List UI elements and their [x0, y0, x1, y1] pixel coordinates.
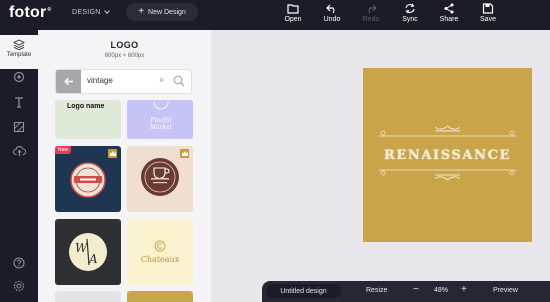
new-design-label: New Design — [148, 8, 186, 16]
undo-label: Undo — [323, 16, 341, 23]
redo-icon — [368, 4, 377, 14]
fotor-logo[interactable]: fotor® — [9, 4, 51, 22]
template-thumbnail[interactable]: New — [55, 146, 121, 212]
template-thumbnail[interactable]: Chateaux — [127, 219, 193, 285]
zoom-in-button[interactable]: + — [461, 285, 467, 295]
share-icon — [444, 3, 454, 14]
sync-icon — [405, 3, 415, 14]
arrow-left-icon — [63, 77, 73, 86]
premium-badge — [180, 149, 189, 158]
bottom-bar: Untitled design Resize − 48% + Preview — [262, 281, 550, 302]
template-panel: LOGO 600px × 600px × Logo name Pineful M… — [38, 30, 211, 302]
search-icon[interactable] — [173, 75, 185, 87]
share-button[interactable]: Share — [434, 3, 464, 23]
sidebar-item-background[interactable] — [0, 121, 38, 133]
panel-title: LOGO — [110, 40, 139, 50]
thumbnail-text: Pineful Market — [149, 117, 173, 131]
clear-search-icon[interactable]: × — [159, 75, 164, 85]
ornament-top — [379, 125, 516, 137]
open-icon — [287, 4, 299, 14]
preview-button[interactable]: Preview — [493, 287, 518, 294]
premium-badge — [108, 149, 117, 158]
svg-text:W: W — [75, 241, 89, 255]
design-menu-label: DESIGN — [72, 9, 101, 16]
coffee-emblem-logo — [141, 158, 179, 196]
crown-icon — [109, 151, 116, 156]
sync-button[interactable]: Sync — [395, 3, 425, 23]
upload-icon — [12, 146, 26, 156]
redo-button[interactable]: Redo — [356, 3, 386, 23]
design-menu[interactable]: DESIGN — [72, 8, 110, 16]
back-button[interactable] — [56, 70, 81, 93]
sidebar-item-label: Template — [6, 52, 32, 58]
redo-label: Redo — [362, 16, 380, 23]
settings-icon — [13, 71, 25, 83]
background-icon — [13, 121, 25, 133]
monogram-logo: WA — [69, 233, 107, 271]
copyright-icon — [154, 240, 166, 252]
open-label: Open — [284, 16, 302, 23]
undo-button[interactable]: Undo — [317, 3, 347, 23]
circle-emblem-icon — [153, 101, 169, 110]
zoom-level: 48% — [434, 287, 449, 294]
layers-icon — [13, 39, 25, 50]
sidebar-item-elements[interactable] — [0, 71, 38, 83]
ornament-bottom — [379, 169, 516, 181]
template-thumbnail[interactable] — [127, 146, 193, 212]
sidebar-item-text[interactable] — [0, 96, 38, 108]
registered-mark: ® — [47, 6, 52, 13]
save-button[interactable]: Save — [473, 3, 503, 23]
template-thumbnail[interactable]: WA — [55, 219, 121, 285]
template-thumbnail[interactable]: Pineful Market — [127, 100, 193, 139]
share-label: Share — [439, 16, 459, 23]
vintage-badge-logo — [70, 162, 106, 198]
gear-icon — [13, 280, 25, 292]
resize-button[interactable]: Resize — [366, 287, 387, 294]
zoom-out-button[interactable]: − — [413, 285, 419, 295]
new-design-button[interactable]: + New Design — [126, 3, 198, 21]
help-button[interactable] — [0, 257, 38, 269]
undo-icon — [326, 4, 335, 14]
thumbnail-text: Logo name — [67, 103, 105, 110]
open-button[interactable]: Open — [278, 3, 308, 23]
chevron-down-icon — [103, 8, 110, 14]
top-bar: fotor® DESIGN + New Design Open Undo Red… — [0, 0, 550, 30]
search-box: × — [55, 69, 192, 94]
panel-size: 600px × 600px — [104, 53, 145, 59]
save-icon — [482, 3, 494, 14]
sidebar-item-template[interactable]: Template — [0, 35, 38, 69]
filename-field[interactable]: Untitled design — [266, 284, 341, 298]
template-thumbnail[interactable]: Logo name — [55, 100, 121, 139]
left-sidebar: Template — [0, 30, 38, 302]
save-label: Save — [480, 16, 496, 23]
search-input[interactable] — [87, 76, 155, 85]
sync-label: Sync — [402, 16, 418, 23]
template-thumbnail[interactable] — [127, 291, 193, 302]
help-icon — [13, 257, 25, 269]
plus-icon: + — [138, 6, 145, 17]
template-thumbnail[interactable] — [55, 291, 121, 302]
artboard-title[interactable]: RENAISSANCE — [363, 148, 532, 163]
settings-button[interactable] — [0, 280, 38, 292]
text-icon — [15, 97, 23, 108]
artboard[interactable]: RENAISSANCE — [363, 68, 532, 242]
crown-icon — [181, 151, 188, 156]
svg-text:A: A — [88, 252, 98, 266]
new-badge: New — [55, 146, 72, 154]
sidebar-item-uploads[interactable] — [0, 145, 38, 157]
thumbnail-text: Chateaux — [140, 255, 180, 264]
